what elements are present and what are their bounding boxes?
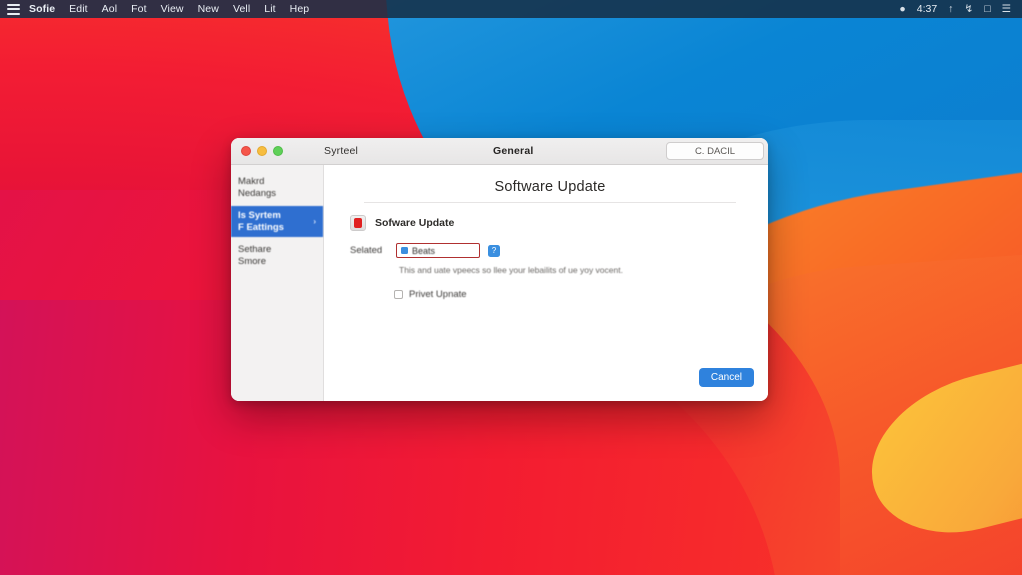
selected-field-label: Selated	[350, 245, 383, 256]
app-badge-icon	[401, 247, 408, 254]
window-title-bar[interactable]: Syrteel General C. DACIL	[231, 138, 768, 165]
privet-update-checkbox-row[interactable]: Privet Upnate	[394, 289, 750, 300]
chevron-right-icon: ›	[313, 216, 316, 226]
menu-clock[interactable]: 4:37	[917, 3, 937, 15]
sidebar-item-label: Is Syrtem F Eattings	[238, 210, 284, 233]
sidebar-item-label: Sethare Smore	[238, 244, 272, 267]
bluetooth-icon[interactable]: ↯	[964, 4, 973, 15]
menu-item-8[interactable]: Hep	[290, 3, 310, 15]
menu-bar: Sofie Edit Aol Fot View New Vell Lit Hep…	[0, 0, 1022, 18]
control-center-icon[interactable]: ☰	[1002, 4, 1011, 15]
menu-item-6[interactable]: Vell	[233, 3, 250, 15]
menu-item-2[interactable]: Aol	[102, 3, 117, 15]
traffic-lights	[231, 146, 283, 156]
window-body: Makrd Nedangs Is Syrtem F Eattings › Set…	[231, 165, 768, 401]
settings-sidebar: Makrd Nedangs Is Syrtem F Eattings › Set…	[231, 165, 324, 401]
display-icon[interactable]: □	[984, 4, 990, 15]
sidebar-item-0[interactable]: Makrd Nedangs	[231, 173, 323, 202]
desktop-screen: Sofie Edit Aol Fot View New Vell Lit Hep…	[0, 0, 1022, 575]
title-divider	[364, 202, 736, 203]
software-update-icon	[350, 215, 366, 231]
software-update-label: Sofware Update	[375, 217, 455, 229]
privet-update-checkbox[interactable]	[394, 289, 403, 299]
selected-field-value: Beats	[412, 245, 436, 256]
selected-field-input[interactable]: Beats	[396, 243, 480, 258]
page-title: Software Update	[494, 179, 606, 195]
hamburger-icon[interactable]	[7, 3, 20, 15]
menu-item-1[interactable]: Edit	[69, 3, 88, 15]
minimize-button[interactable]	[257, 146, 267, 156]
window-title: General	[493, 145, 534, 157]
sidebar-item-label: Makrd Nedangs	[238, 176, 277, 199]
window-footer: Cancel	[698, 367, 754, 387]
menu-item-5[interactable]: New	[198, 3, 219, 15]
search-input[interactable]: C. DACIL	[666, 142, 764, 160]
field-description: This and uate vpeecs so llee your lebail…	[399, 265, 623, 275]
menu-item-4[interactable]: View	[161, 3, 184, 15]
maximize-button[interactable]	[273, 146, 283, 156]
help-icon[interactable]: ?	[488, 244, 500, 257]
battery-icon[interactable]: ●	[899, 4, 905, 15]
settings-content: Software Update Sofware Update Selated B…	[324, 165, 768, 401]
system-settings-window: Syrteel General C. DACIL Makrd Nedangs I…	[231, 138, 768, 401]
cancel-button[interactable]: Cancel	[698, 368, 754, 387]
menu-item-3[interactable]: Fot	[131, 3, 146, 15]
software-update-row: Sofware Update	[350, 215, 750, 231]
close-button[interactable]	[241, 146, 251, 156]
privet-update-label: Privet Upnate	[409, 288, 467, 300]
menu-item-0[interactable]: Sofie	[29, 3, 55, 15]
menu-item-7[interactable]: Lit	[264, 3, 275, 15]
sidebar-item-1[interactable]: Is Syrtem F Eattings ›	[231, 206, 323, 237]
window-app-name: Syrteel	[324, 145, 359, 157]
selected-field-row: Selated Beats ?	[350, 243, 750, 258]
sidebar-item-2[interactable]: Sethare Smore	[231, 241, 323, 270]
wifi-icon[interactable]: ↑	[948, 4, 953, 15]
